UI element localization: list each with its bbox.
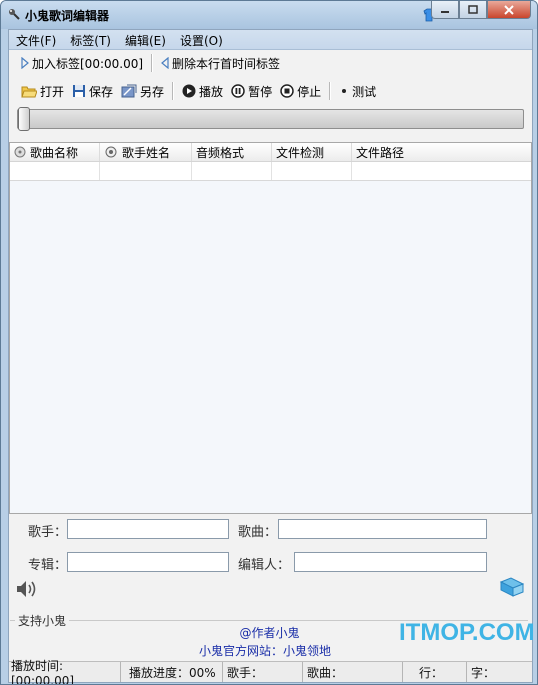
song-list-header: 歌曲名称 歌手姓名 音频格式 文件检测 文件路径 — [10, 143, 531, 162]
site-label: 小鬼官方网站： — [199, 644, 284, 658]
close-button[interactable] — [487, 1, 531, 19]
table-row[interactable] — [10, 162, 531, 181]
menu-bar: 文件(F) 标签(T) 编辑(E) 设置(O) — [9, 30, 532, 50]
editor-label: 编辑人： — [238, 558, 291, 573]
album-label: 专辑： — [28, 558, 68, 573]
save-icon — [73, 85, 86, 97]
song-info-form: 歌手： 歌曲： 专辑： 编辑人： — [9, 514, 532, 614]
delete-tag-button[interactable]: 删除本行首时间标签 — [157, 52, 284, 74]
status-play-time: 播放时间:[00:00.00] — [9, 659, 121, 684]
status-play-progress: 播放进度：00% — [123, 662, 223, 682]
save-as-button[interactable]: 另存 — [117, 80, 168, 102]
close-icon — [504, 4, 514, 15]
song-input[interactable] — [278, 519, 487, 539]
status-line: 行： — [417, 662, 467, 682]
save-as-icon — [121, 84, 137, 98]
folder-open-icon — [21, 86, 37, 98]
singer-label: 歌手： — [28, 525, 68, 540]
menu-settings[interactable]: 设置(O) — [173, 30, 230, 49]
slider-thumb[interactable] — [18, 107, 30, 131]
pause-label: 暂停 — [248, 84, 273, 99]
singer-input[interactable] — [67, 519, 229, 539]
column-file-check[interactable]: 文件检测 — [272, 143, 352, 161]
add-tag-button[interactable]: 加入标签[00:00.00] — [17, 52, 147, 74]
table-cell — [352, 162, 531, 180]
status-song: 歌曲： — [305, 662, 403, 682]
playback-progress-slider[interactable] — [17, 107, 524, 131]
status-bar: 播放时间:[00:00.00] 播放进度：00% 歌手： 歌曲： 行： 字： — [9, 659, 532, 684]
bullet-icon — [342, 89, 347, 93]
column-audio-format[interactable]: 音频格式 — [192, 143, 272, 161]
play-label: 播放 — [199, 84, 224, 99]
toolbar-separator — [151, 54, 154, 72]
delete-tag-label: 删除本行首时间标签 — [172, 56, 281, 71]
table-cell — [10, 162, 100, 180]
editor-input[interactable] — [294, 552, 487, 572]
toolbar-separator — [329, 82, 332, 100]
pause-icon — [231, 84, 245, 98]
open-label: 打开 — [40, 84, 65, 99]
window-title: 小鬼歌词编辑器 — [25, 9, 110, 23]
site-link[interactable]: 小鬼领地 — [283, 642, 331, 659]
disc-icon — [14, 146, 26, 158]
test-label: 测试 — [352, 84, 377, 99]
status-singer: 歌手： — [225, 662, 303, 682]
toolbar-separator — [172, 82, 175, 100]
volume-icon[interactable] — [15, 578, 41, 600]
menu-edit[interactable]: 编辑(E) — [118, 30, 173, 49]
song-label: 歌曲： — [238, 525, 278, 540]
open-button[interactable]: 打开 — [17, 80, 68, 102]
play-left-icon — [161, 57, 169, 69]
app-icon — [9, 9, 20, 20]
add-tag-label: 加入标签[00:00.00] — [32, 56, 144, 71]
minimize-icon — [441, 10, 449, 13]
client-area: 文件(F) 标签(T) 编辑(E) 设置(O) 加入标签[00:00.00] 删… — [8, 29, 533, 684]
album-input[interactable] — [67, 552, 229, 572]
maximize-button[interactable] — [459, 1, 487, 19]
test-button[interactable]: 测试 — [335, 80, 380, 102]
singer-icon — [105, 146, 117, 158]
song-list-body[interactable] — [10, 181, 531, 513]
table-cell — [192, 162, 272, 180]
send-icon[interactable] — [499, 576, 525, 598]
title-bar[interactable]: 小鬼歌词编辑器 — [1, 1, 537, 29]
play-button[interactable]: 播放 — [178, 80, 227, 102]
column-singer-name[interactable]: 歌手姓名 — [100, 143, 192, 161]
column-song-name[interactable]: 歌曲名称 — [10, 143, 100, 161]
minimize-button[interactable] — [431, 1, 459, 19]
menu-tag[interactable]: 标签(T) — [63, 30, 118, 49]
save-label: 保存 — [89, 84, 114, 99]
maximize-icon — [468, 4, 478, 14]
stop-label: 停止 — [297, 84, 322, 99]
main-toolbar: 打开 保存 另存 播放 暂停 停止 测试 — [9, 79, 380, 103]
menu-file[interactable]: 文件(F) — [9, 30, 63, 49]
table-cell — [272, 162, 352, 180]
pause-button[interactable]: 暂停 — [227, 80, 276, 102]
app-window: 小鬼歌词编辑器 文件(F) 标签(T) 编辑(E) 设置(O) 加入标签[00:… — [0, 0, 538, 685]
save-as-label: 另存 — [140, 84, 165, 99]
play-right-icon — [21, 57, 29, 69]
song-list[interactable]: 歌曲名称 歌手姓名 音频格式 文件检测 文件路径 — [9, 142, 532, 514]
watermark: ITMOP.COM — [399, 619, 535, 646]
stop-button[interactable]: 停止 — [276, 80, 325, 102]
table-cell — [100, 162, 192, 180]
column-file-path[interactable]: 文件路径 — [352, 143, 531, 161]
tag-toolbar: 加入标签[00:00.00] 删除本行首时间标签 — [9, 51, 284, 75]
status-char: 字： — [471, 665, 496, 680]
stop-icon — [280, 84, 294, 98]
save-button[interactable]: 保存 — [68, 80, 117, 102]
play-icon — [182, 84, 196, 98]
